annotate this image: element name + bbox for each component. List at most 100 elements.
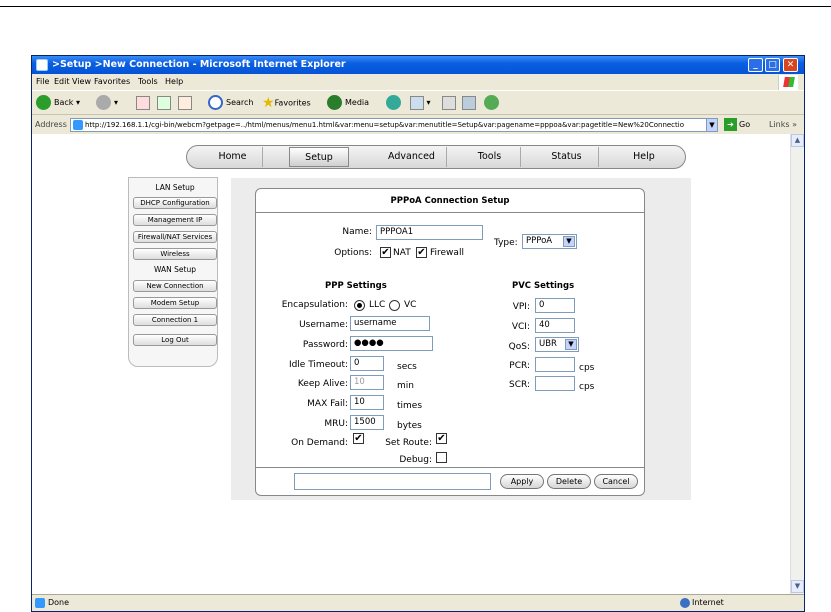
menu-tools[interactable]: Tools: [138, 77, 158, 86]
tab-setup[interactable]: Setup: [289, 147, 349, 167]
history-button[interactable]: [386, 95, 404, 111]
idle-timeout-input[interactable]: 0: [350, 356, 384, 371]
apply-button[interactable]: Apply: [500, 474, 544, 489]
type-select[interactable]: PPPoA ▼: [522, 234, 577, 249]
media-button[interactable]: Media: [327, 95, 369, 111]
chevron-down-icon: ▼: [565, 339, 577, 350]
main-nav: Home Setup Advanced Tools Status Help: [186, 145, 686, 169]
address-url: http://192.168.1.1/cgi-bin/webcm?getpage…: [85, 121, 685, 129]
idle-timeout-unit: secs: [397, 362, 417, 372]
tab-tools[interactable]: Tools: [459, 147, 521, 167]
tab-advanced[interactable]: Advanced: [377, 147, 447, 167]
sidebar-item-wireless[interactable]: Wireless: [133, 248, 217, 260]
name-input[interactable]: PPPOA1: [376, 225, 483, 240]
sidebar-item-dhcp[interactable]: DHCP Configuration: [133, 197, 217, 209]
scroll-up-icon[interactable]: ▲: [791, 134, 804, 147]
links-label[interactable]: Links »: [769, 120, 797, 129]
mru-input[interactable]: 1500: [350, 415, 384, 430]
scr-input[interactable]: [535, 376, 575, 391]
scr-label: SCR:: [508, 380, 530, 390]
idle-timeout-label: Idle Timeout:: [288, 360, 348, 370]
set-route-checkbox[interactable]: ✔: [436, 433, 447, 444]
type-value: PPPoA: [526, 236, 553, 246]
username-input[interactable]: username: [350, 316, 430, 331]
menu-favorites[interactable]: Favorites: [94, 77, 130, 86]
messenger-icon: [484, 95, 499, 110]
on-demand-label: On Demand:: [291, 438, 348, 448]
vc-label: VC: [404, 300, 417, 310]
menu-view[interactable]: View: [72, 77, 91, 86]
messenger-button[interactable]: [484, 95, 502, 111]
favorites-label: Favorites: [274, 98, 311, 108]
nat-label: NAT: [393, 248, 411, 258]
logout-button[interactable]: Log Out: [133, 334, 217, 346]
username-label: Username:: [299, 320, 348, 330]
forward-arrow-icon: [96, 95, 111, 110]
search-label: Search: [226, 98, 254, 107]
vertical-scrollbar[interactable]: ▲ ▼: [790, 134, 804, 599]
favorites-button[interactable]: ★Favorites: [262, 95, 311, 111]
address-label: Address: [35, 120, 67, 129]
history-icon: [386, 95, 401, 110]
ppp-settings-heading: PPP Settings: [325, 281, 387, 291]
address-dropdown[interactable]: ▼: [706, 118, 718, 132]
pcr-unit: cps: [579, 363, 595, 373]
toolbar: Back ▾ ▾ Search ★Favorites Media ▾: [32, 90, 804, 114]
cancel-button[interactable]: Cancel: [594, 474, 638, 489]
password-input[interactable]: ●●●●: [350, 336, 433, 351]
vpi-input[interactable]: 0: [535, 298, 575, 313]
scr-unit: cps: [579, 382, 595, 392]
firewall-checkbox[interactable]: ✔: [416, 247, 427, 258]
qos-select[interactable]: UBR ▼: [535, 337, 579, 352]
go-button[interactable]: ➔ Go: [724, 118, 750, 131]
name-label: Name:: [342, 227, 372, 237]
menu-file[interactable]: File: [36, 77, 49, 86]
close-button[interactable]: ✕: [783, 58, 798, 72]
status-text: Done: [48, 598, 70, 607]
sidebar-item-modem-setup[interactable]: Modem Setup: [133, 297, 217, 309]
sidebar-item-connection-1[interactable]: Connection 1: [133, 314, 217, 326]
address-input[interactable]: http://192.168.1.1/cgi-bin/webcm?getpage…: [70, 118, 718, 132]
refresh-icon: [157, 95, 171, 110]
menu-bar: File Edit View Favorites Tools Help: [32, 74, 804, 90]
sidebar-item-new-connection[interactable]: New Connection: [133, 280, 217, 292]
status-bar: Done Internet: [32, 594, 804, 611]
sidebar-item-firewall-nat[interactable]: Firewall/NAT Services: [133, 231, 217, 243]
scroll-down-icon[interactable]: ▼: [791, 580, 804, 593]
back-button[interactable]: Back ▾: [36, 95, 80, 111]
nat-checkbox[interactable]: ✔: [380, 247, 391, 258]
pcr-input[interactable]: [535, 357, 575, 372]
keep-alive-input[interactable]: 10: [350, 375, 384, 390]
forward-button[interactable]: ▾: [96, 95, 118, 111]
tab-status[interactable]: Status: [535, 147, 599, 167]
stop-button[interactable]: [136, 95, 150, 111]
edit-button[interactable]: [462, 95, 476, 111]
minimize-button[interactable]: _: [748, 58, 763, 72]
zone-text: Internet: [692, 598, 724, 607]
tab-help[interactable]: Help: [612, 147, 676, 167]
debug-checkbox[interactable]: [436, 452, 447, 463]
refresh-button[interactable]: [157, 95, 171, 111]
print-button[interactable]: [442, 95, 456, 111]
home-button[interactable]: [178, 95, 192, 111]
llc-radio[interactable]: [354, 300, 365, 311]
firewall-label: Firewall: [430, 248, 464, 258]
delete-button[interactable]: Delete: [547, 474, 591, 489]
vci-input[interactable]: 40: [535, 318, 575, 333]
on-demand-checkbox[interactable]: ✔: [353, 433, 364, 444]
status-message-field: [294, 473, 491, 490]
tab-home[interactable]: Home: [203, 147, 263, 167]
sidebar-item-management-ip[interactable]: Management IP: [133, 214, 217, 226]
media-icon: [327, 95, 342, 110]
links-text: Links: [769, 120, 790, 129]
menu-edit[interactable]: Edit: [54, 77, 70, 86]
title-bar: >Setup >New Connection - Microsoft Inter…: [32, 56, 804, 74]
maximize-button[interactable]: □: [765, 58, 780, 72]
search-button[interactable]: Search: [208, 95, 253, 111]
windows-logo-icon: [778, 75, 798, 90]
menu-help[interactable]: Help: [165, 77, 183, 86]
max-fail-input[interactable]: 10: [350, 395, 384, 410]
mail-button[interactable]: ▾: [410, 95, 431, 111]
media-label: Media: [345, 98, 370, 107]
vc-radio[interactable]: [389, 300, 400, 311]
